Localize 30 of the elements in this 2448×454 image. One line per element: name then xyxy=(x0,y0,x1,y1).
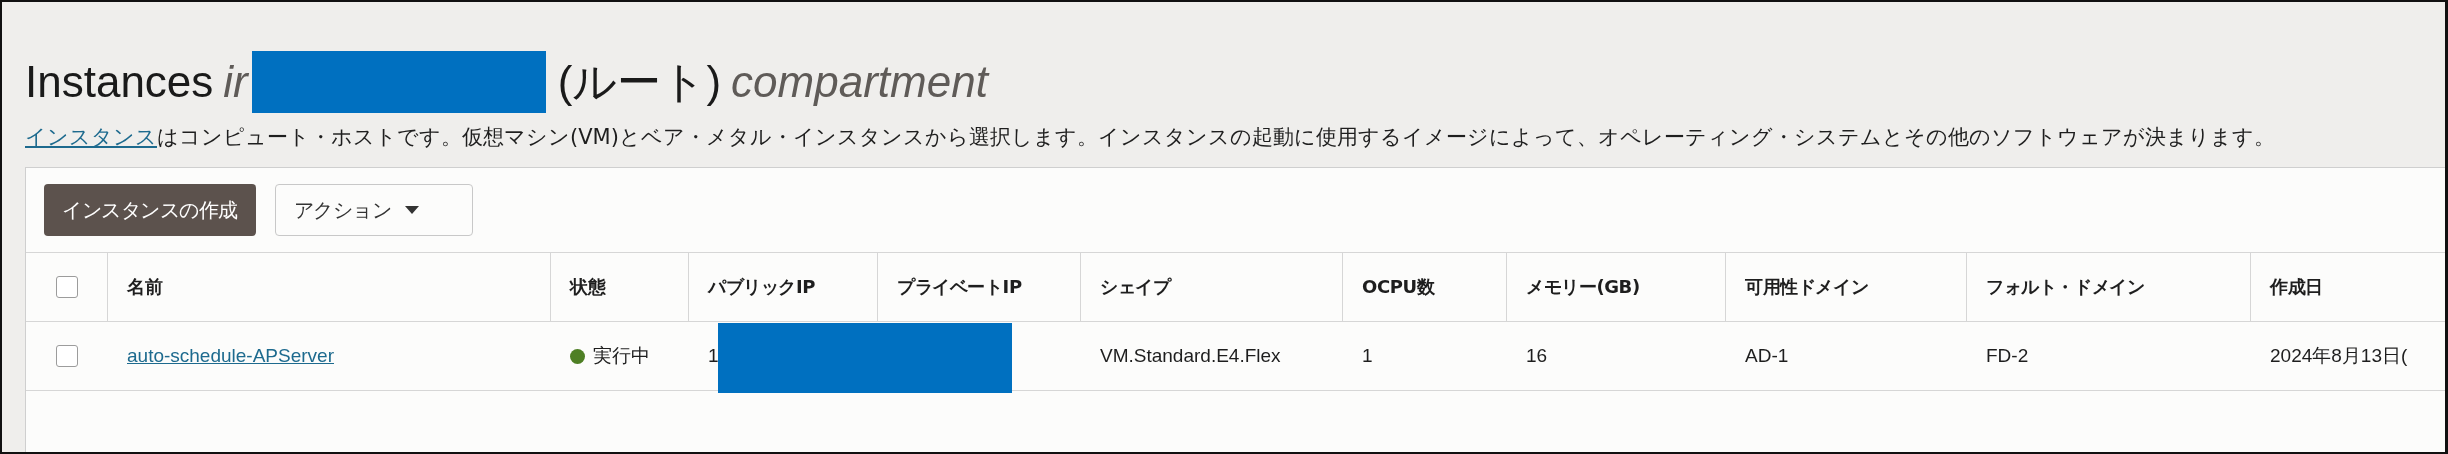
table-cell: FD-2 xyxy=(1986,345,2029,367)
column-header[interactable]: シェイプ xyxy=(1100,275,1171,299)
column-header[interactable]: パブリックIP xyxy=(708,275,816,299)
status-text: 実行中 xyxy=(593,344,650,368)
column-header[interactable]: 作成日 xyxy=(2270,275,2323,299)
column-header[interactable]: 可用性ドメイン xyxy=(1745,275,1869,299)
title-name: compartment xyxy=(731,57,988,107)
actions-menu-button[interactable]: アクション xyxy=(274,184,473,236)
table-cell: 1 xyxy=(1362,345,1373,367)
table-cell: AD-1 xyxy=(1745,345,1789,367)
column-header[interactable]: プライベートIP xyxy=(897,275,1022,299)
table-cell: VM.Standard.E4.Flex xyxy=(1100,345,1281,367)
column-header[interactable]: 状態 xyxy=(570,275,606,299)
title-name: ir xyxy=(223,57,248,107)
create-instance-button[interactable]: インスタンスの作成 xyxy=(44,184,256,236)
instance-link[interactable]: auto-schedule-APServer xyxy=(127,345,334,367)
page-title: Instances xyxy=(25,57,214,107)
table-cell-text: 2024年8月13日( xyxy=(2270,344,2408,368)
caret-icon xyxy=(405,206,419,214)
table-cell: 16 xyxy=(1526,345,1548,367)
instances-link[interactable]: インスタンス xyxy=(25,125,157,149)
row-checkbox[interactable] xyxy=(56,345,78,367)
column-header[interactable]: フォルト・ドメイン xyxy=(1986,275,2145,299)
description-text: インスタンス はコンピュート・ホストです。仮想マシン(VM)とベア・メタル・インスタンスから選択します。インスタンスの起動に使用するイメージによって、オペレーティング・システムとその他のソフトウェアが決まります。 xyxy=(25,124,2276,151)
column-header[interactable]: 名前 xyxy=(127,275,163,299)
column-header[interactable]: メモリー(GB) xyxy=(1526,275,1640,299)
table-cell: 1 xyxy=(708,345,719,367)
select-all-checkbox[interactable] xyxy=(55,276,78,298)
page-title: (ルート) xyxy=(557,55,722,108)
column-header[interactable]: OCPU数 xyxy=(1362,275,1435,299)
